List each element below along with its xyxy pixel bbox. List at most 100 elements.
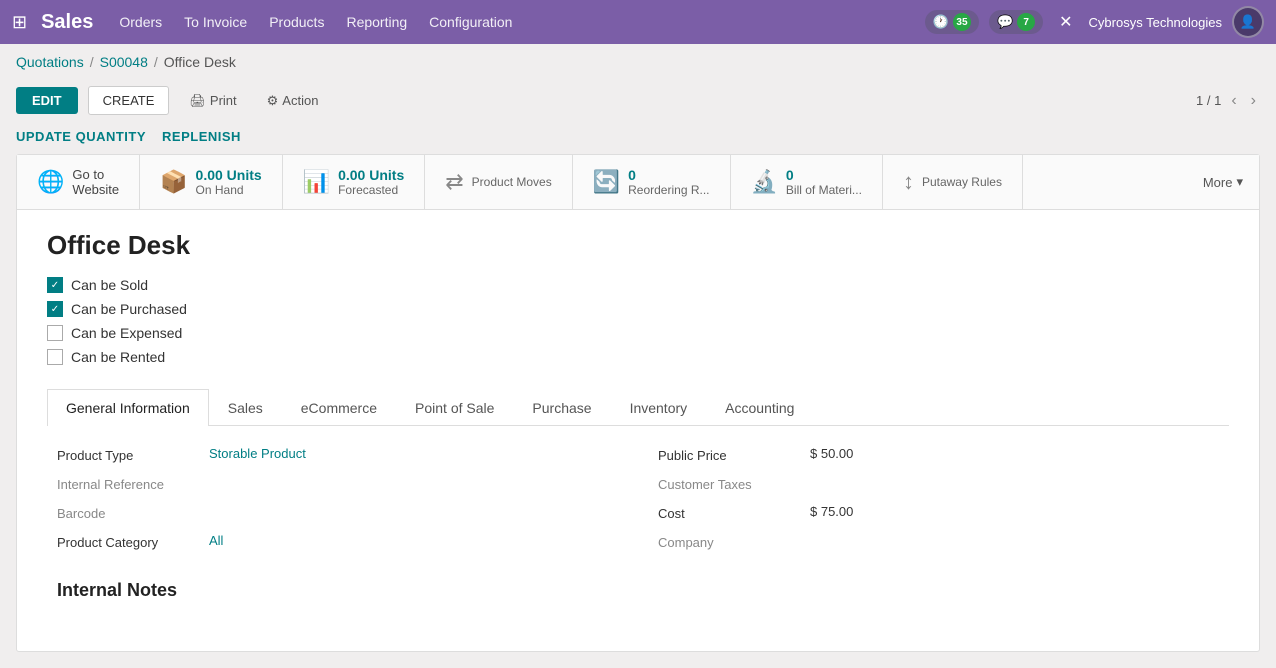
next-arrow[interactable]: › xyxy=(1247,90,1260,112)
more-btn[interactable]: More ▾ xyxy=(1187,155,1259,209)
print-icon: 🖨 xyxy=(189,93,206,109)
can-be-sold-checkbox[interactable]: ✓ xyxy=(47,277,63,293)
product-form: Office Desk ✓ Can be Sold ✓ Can be Purch… xyxy=(17,210,1259,651)
action-label: Action xyxy=(282,93,318,108)
bom-icon: 🔬 xyxy=(751,169,778,195)
tab-ecommerce[interactable]: eCommerce xyxy=(282,389,396,426)
main-content: 🌐 Go to Website 📦 0.00 Units On Hand 📊 0… xyxy=(16,154,1260,652)
can-be-rented-label: Can be Rented xyxy=(71,349,165,365)
on-hand-text: 0.00 Units On Hand xyxy=(196,167,262,197)
on-hand-label: On Hand xyxy=(196,183,262,197)
on-hand-btn[interactable]: 📦 0.00 Units On Hand xyxy=(140,155,283,209)
nav-configuration[interactable]: Configuration xyxy=(427,10,514,34)
gear-icon: ⚙ xyxy=(267,93,279,109)
can-be-expensed-label: Can be Expensed xyxy=(71,325,182,341)
checkbox-group: ✓ Can be Sold ✓ Can be Purchased Can be … xyxy=(47,277,1229,365)
message-icon: 💬 xyxy=(997,14,1013,30)
putaway-label: Putaway Rules xyxy=(922,175,1002,189)
internal-notes-section: Internal Notes xyxy=(47,570,1229,631)
product-tabs: General Information Sales eCommerce Poin… xyxy=(47,389,1229,426)
nav-reporting[interactable]: Reporting xyxy=(344,10,409,34)
print-btn[interactable]: 🖨 Print xyxy=(179,87,246,115)
cost-label: Cost xyxy=(658,504,798,521)
barcode-row: Barcode xyxy=(57,504,618,521)
barcode-label: Barcode xyxy=(57,504,197,521)
globe-icon: 🌐 xyxy=(37,169,64,195)
tab-accounting[interactable]: Accounting xyxy=(706,389,813,426)
reorder-icon: 🔄 xyxy=(593,169,620,195)
notification-btn[interactable]: 🕐 35 xyxy=(925,10,979,34)
action-btn[interactable]: ⚙ Action xyxy=(257,87,329,115)
action-bar: EDIT CREATE 🖨 Print ⚙ Action 1 / 1 ‹ › xyxy=(0,80,1276,125)
customer-taxes-label: Customer Taxes xyxy=(658,475,798,492)
breadcrumb-order-id[interactable]: S00048 xyxy=(100,54,148,70)
breadcrumb-sep1: / xyxy=(90,54,94,70)
tab-general-information[interactable]: General Information xyxy=(47,389,209,426)
close-icon[interactable]: ✕ xyxy=(1059,12,1072,32)
avatar[interactable]: 👤 xyxy=(1232,6,1264,38)
update-quantity-link[interactable]: UPDATE QUANTITY xyxy=(16,129,146,144)
can-be-purchased-label: Can be Purchased xyxy=(71,301,187,317)
company-row: Company xyxy=(658,533,1219,550)
can-be-purchased-checkbox[interactable]: ✓ xyxy=(47,301,63,317)
chevron-down-icon: ▾ xyxy=(1236,174,1243,190)
forecasted-label: Forecasted xyxy=(338,183,404,197)
customer-taxes-row: Customer Taxes xyxy=(658,475,1219,492)
putaway-icon: ↕ xyxy=(903,169,914,195)
create-button[interactable]: CREATE xyxy=(88,86,170,115)
edit-button[interactable]: EDIT xyxy=(16,87,78,114)
bom-text: 0 Bill of Materi... xyxy=(786,167,862,197)
go-to-website-label: Go to xyxy=(72,167,119,182)
product-type-value: Storable Product xyxy=(209,446,306,461)
tab-purchase[interactable]: Purchase xyxy=(513,389,610,426)
breadcrumb-quotations[interactable]: Quotations xyxy=(16,54,84,70)
can-be-sold-label: Can be Sold xyxy=(71,277,148,293)
tab-inventory[interactable]: Inventory xyxy=(611,389,707,426)
breadcrumb-current: Office Desk xyxy=(164,54,236,70)
company-label: Company xyxy=(658,533,798,550)
go-to-website-btn[interactable]: 🌐 Go to Website xyxy=(17,155,140,209)
general-info-section: Product Type Storable Product Internal R… xyxy=(47,426,1229,570)
pagination-text: 1 / 1 xyxy=(1196,93,1221,108)
more-label: More xyxy=(1203,175,1233,190)
can-be-expensed-checkbox[interactable] xyxy=(47,325,63,341)
public-price-value: $ 50.00 xyxy=(810,446,853,461)
checkbox-can-be-sold-row: ✓ Can be Sold xyxy=(47,277,1229,293)
reordering-text: 0 Reordering R... xyxy=(628,167,709,197)
box-icon: 📦 xyxy=(160,169,187,195)
product-category-label: Product Category xyxy=(57,533,197,550)
tab-point-of-sale[interactable]: Point of Sale xyxy=(396,389,513,426)
moves-icon: ⇄ xyxy=(445,169,463,195)
company-name: Cybrosys Technologies xyxy=(1089,15,1222,30)
forecast-icon: 📊 xyxy=(303,169,330,195)
checkbox-can-be-purchased-row: ✓ Can be Purchased xyxy=(47,301,1229,317)
message-btn[interactable]: 💬 7 xyxy=(989,10,1043,34)
putaway-btn[interactable]: ↕ Putaway Rules xyxy=(883,155,1023,209)
bom-btn[interactable]: 🔬 0 Bill of Materi... xyxy=(731,155,883,209)
bom-label: Bill of Materi... xyxy=(786,183,862,197)
reordering-label: Reordering R... xyxy=(628,183,709,197)
go-to-website-text: Go to Website xyxy=(72,167,119,197)
nav-products[interactable]: Products xyxy=(267,10,326,34)
update-bar: UPDATE QUANTITY REPLENISH xyxy=(0,125,1276,154)
message-badge: 7 xyxy=(1017,13,1035,31)
internal-ref-label: Internal Reference xyxy=(57,475,197,492)
checkbox-can-be-expensed-row: Can be Expensed xyxy=(47,325,1229,341)
prev-arrow[interactable]: ‹ xyxy=(1227,90,1240,112)
nav-orders[interactable]: Orders xyxy=(117,10,164,34)
checkbox-can-be-rented-row: Can be Rented xyxy=(47,349,1229,365)
replenish-link[interactable]: REPLENISH xyxy=(162,129,241,144)
reordering-btn[interactable]: 🔄 0 Reordering R... xyxy=(573,155,731,209)
grid-icon[interactable]: ⊞ xyxy=(12,12,27,33)
forecasted-btn[interactable]: 📊 0.00 Units Forecasted xyxy=(283,155,426,209)
nav-menu: Orders To Invoice Products Reporting Con… xyxy=(117,10,924,34)
can-be-rented-checkbox[interactable] xyxy=(47,349,63,365)
product-type-row: Product Type Storable Product xyxy=(57,446,618,463)
clock-icon: 🕐 xyxy=(933,14,949,30)
app-title: Sales xyxy=(41,11,93,34)
cost-row: Cost $ 75.00 xyxy=(658,504,1219,521)
public-price-label: Public Price xyxy=(658,446,798,463)
tab-sales[interactable]: Sales xyxy=(209,389,282,426)
product-moves-btn[interactable]: ⇄ Product Moves xyxy=(425,155,572,209)
nav-to-invoice[interactable]: To Invoice xyxy=(182,10,249,34)
